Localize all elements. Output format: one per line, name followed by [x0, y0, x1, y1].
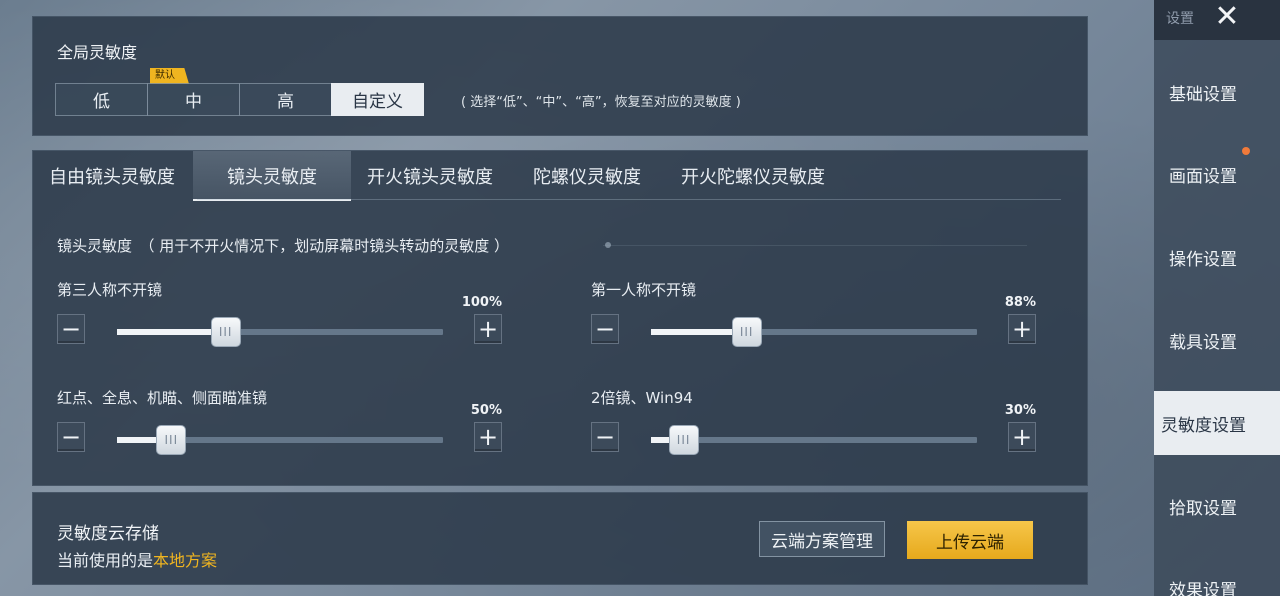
- sidebar-item-pickup[interactable]: 拾取设置: [1154, 474, 1280, 538]
- decrease-button[interactable]: −: [591, 422, 619, 452]
- increase-button[interactable]: +: [474, 422, 502, 452]
- decrease-button[interactable]: −: [57, 314, 85, 344]
- slider-percent: 88%: [1004, 295, 1036, 310]
- settings-sidebar: 设置 ✕ 基础设置 画面设置 操作设置 载具设置 灵敏度设置 拾取设置 效果设置: [1154, 0, 1280, 596]
- default-badge: 默认: [150, 68, 189, 84]
- preset-high-button[interactable]: 高: [239, 83, 332, 116]
- section-title: 镜头灵敏度 （ 用于不开火情况下，划动屏幕时镜头转动的灵敏度 ）: [57, 237, 510, 255]
- slider-2x-scope: 2倍镜、Win94 30% − III +: [591, 387, 1036, 467]
- sensitivity-preset-group: 低 中 高 自定义: [55, 83, 424, 116]
- sidebar-header: 设置 ✕: [1154, 0, 1280, 40]
- preset-low-button[interactable]: 低: [55, 83, 148, 116]
- section-dot: [605, 242, 611, 248]
- slider-track[interactable]: III: [651, 317, 977, 347]
- section-divider: [603, 245, 1027, 246]
- sidebar-item-sensitivity[interactable]: 灵敏度设置: [1154, 391, 1280, 455]
- increase-button[interactable]: +: [474, 314, 502, 344]
- tab-gyroscope[interactable]: 陀螺仪灵敏度: [509, 151, 665, 201]
- slider-thumb[interactable]: III: [731, 317, 762, 347]
- sensitivity-tabs: 自由镜头灵敏度 镜头灵敏度 开火镜头灵敏度 陀螺仪灵敏度 开火陀螺仪灵敏度: [33, 151, 841, 201]
- increase-button[interactable]: +: [1008, 422, 1036, 452]
- slider-third-person: 第三人称不开镜 100% − III +: [57, 279, 502, 359]
- upload-cloud-button[interactable]: 上传云端: [907, 521, 1033, 559]
- current-plan-value: 本地方案: [153, 551, 218, 570]
- tab-free-look[interactable]: 自由镜头灵敏度: [33, 151, 191, 201]
- current-plan-prefix: 当前使用的是: [57, 551, 154, 570]
- decrease-button[interactable]: −: [57, 422, 85, 452]
- slider-percent: 50%: [470, 403, 502, 418]
- slider-first-person: 第一人称不开镜 88% − III +: [591, 279, 1036, 359]
- preset-custom-button[interactable]: 自定义: [331, 83, 424, 116]
- tab-fire-camera[interactable]: 开火镜头灵敏度: [351, 151, 509, 201]
- notification-dot: [1242, 147, 1250, 155]
- sidebar-item-controls[interactable]: 操作设置: [1154, 225, 1280, 289]
- slider-label: 2倍镜、Win94: [591, 389, 693, 407]
- slider-track[interactable]: III: [117, 317, 443, 347]
- preset-hint: ( 选择“低”、“中”、“高”，恢复至对应的灵敏度 ): [461, 95, 741, 110]
- sidebar-item-vehicle[interactable]: 载具设置: [1154, 308, 1280, 372]
- increase-button[interactable]: +: [1008, 314, 1036, 344]
- cloud-storage-title: 灵敏度云存储: [57, 524, 159, 544]
- preset-medium-button[interactable]: 中: [147, 83, 240, 116]
- slider-track[interactable]: III: [651, 425, 977, 455]
- slider-red-dot-holo: 红点、全息、机瞄、侧面瞄准镜 50% − III +: [57, 387, 502, 467]
- slider-label: 第一人称不开镜: [591, 281, 697, 299]
- close-icon[interactable]: ✕: [1210, 2, 1244, 32]
- slider-percent: 100%: [461, 295, 502, 310]
- tab-camera[interactable]: 镜头灵敏度: [193, 151, 351, 201]
- slider-thumb[interactable]: III: [668, 425, 699, 455]
- sidebar-item-basic[interactable]: 基础设置: [1154, 60, 1280, 124]
- slider-fill: [117, 329, 226, 335]
- slider-track[interactable]: III: [117, 425, 443, 455]
- slider-thumb[interactable]: III: [156, 425, 187, 455]
- current-plan: 当前使用的是本地方案: [57, 547, 217, 571]
- sidebar-item-graphics[interactable]: 画面设置: [1154, 142, 1280, 206]
- slider-percent: 30%: [1004, 403, 1036, 418]
- decrease-button[interactable]: −: [591, 314, 619, 344]
- slider-thumb[interactable]: III: [210, 317, 241, 347]
- cloud-manage-button[interactable]: 云端方案管理: [759, 521, 885, 557]
- global-sensitivity-panel: 全局灵敏度 默认 低 中 高 自定义 ( 选择“低”、“中”、“高”，恢复至对应…: [32, 16, 1088, 136]
- sidebar-item-effects[interactable]: 效果设置: [1154, 556, 1280, 596]
- global-sensitivity-title: 全局灵敏度: [57, 43, 138, 62]
- tab-divider: [197, 199, 1061, 200]
- sensitivity-detail-panel: 自由镜头灵敏度 镜头灵敏度 开火镜头灵敏度 陀螺仪灵敏度 开火陀螺仪灵敏度 镜头…: [32, 150, 1088, 486]
- cloud-storage-panel: 灵敏度云存储 当前使用的是本地方案 云端方案管理 上传云端: [32, 492, 1088, 585]
- slider-label: 红点、全息、机瞄、侧面瞄准镜: [57, 389, 268, 407]
- sidebar-header-title: 设置: [1166, 11, 1194, 27]
- slider-label: 第三人称不开镜: [57, 281, 163, 299]
- tab-fire-gyroscope[interactable]: 开火陀螺仪灵敏度: [665, 151, 841, 201]
